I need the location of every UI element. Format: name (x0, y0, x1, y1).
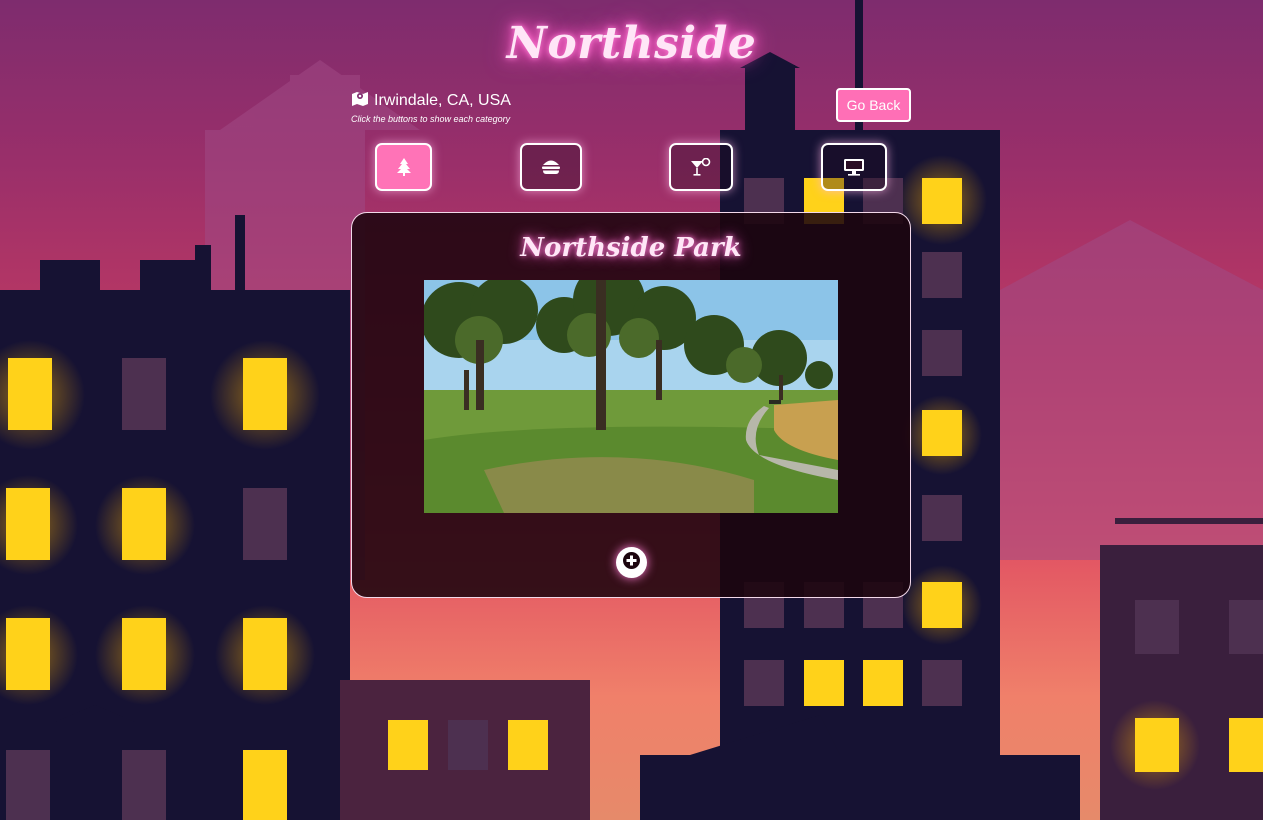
monitor-icon (843, 158, 865, 176)
category-button-entertainment[interactable] (821, 143, 887, 191)
add-button[interactable] (616, 547, 647, 578)
place-card: Northside Park (351, 212, 911, 598)
location-block: Irwindale, CA, USA Click the buttons to … (351, 90, 511, 125)
location-text: Irwindale, CA, USA (374, 91, 511, 109)
tree-icon (396, 158, 411, 176)
category-button-food[interactable] (520, 143, 582, 191)
map-icon (351, 90, 369, 111)
plus-icon (623, 552, 640, 573)
category-button-parks[interactable] (375, 143, 432, 191)
category-button-bars[interactable] (669, 143, 733, 191)
park-photo (424, 280, 838, 513)
category-hint: Click the buttons to show each category (351, 114, 511, 124)
place-name: Northside Park (520, 233, 742, 263)
page-title: Northside (506, 18, 757, 69)
go-back-button[interactable]: Go Back (836, 88, 911, 122)
cocktail-icon (690, 158, 712, 176)
burger-icon (541, 159, 561, 175)
